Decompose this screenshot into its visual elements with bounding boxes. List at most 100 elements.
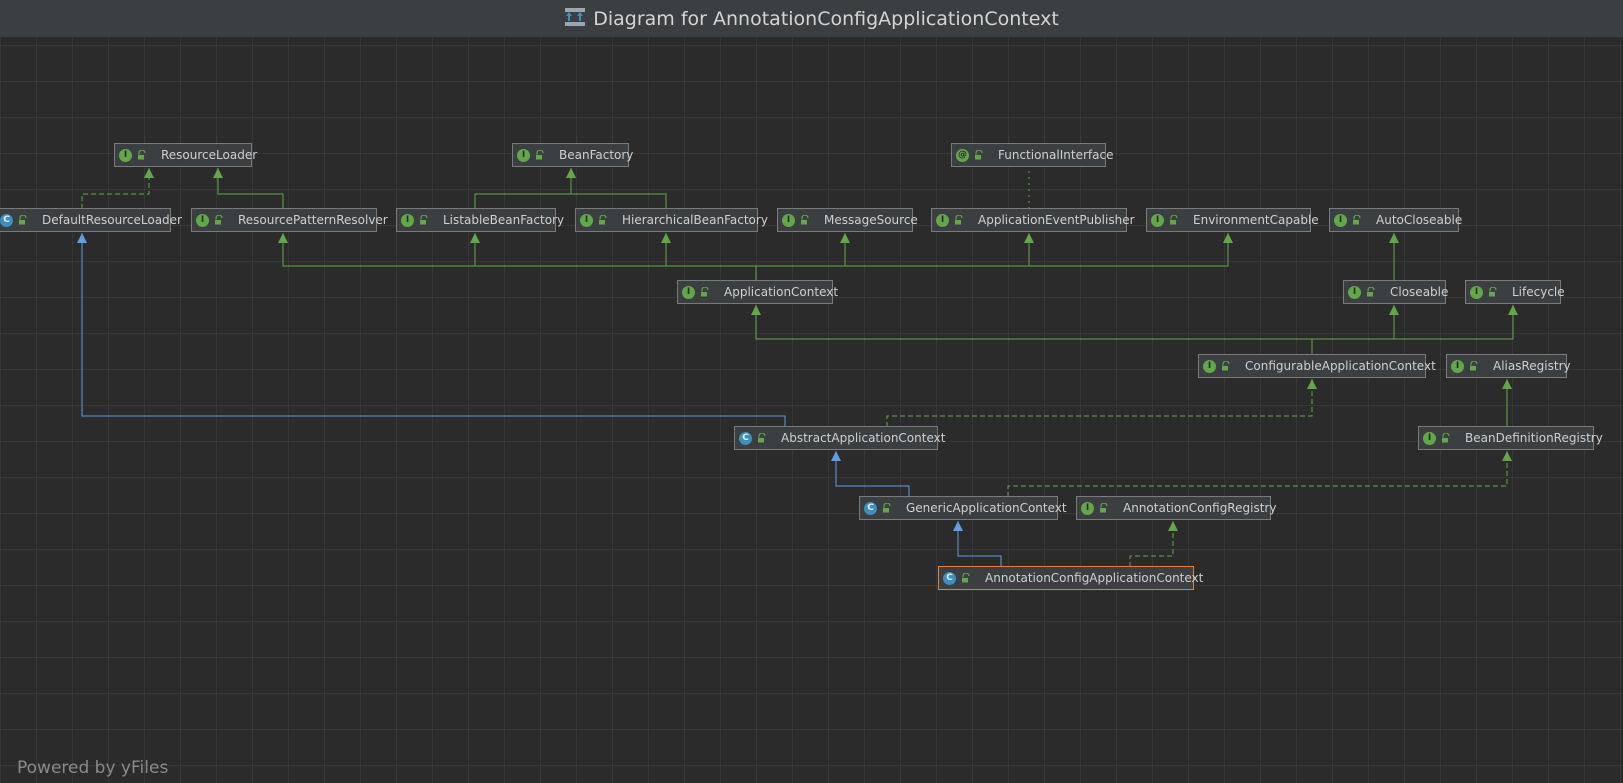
interface-type-icon: I [401, 213, 414, 227]
diagram-window: Diagram for AnnotationConfigApplicationC… [0, 0, 1623, 783]
edge-extends-interface [474, 168, 572, 209]
node-application-context[interactable]: I ApplicationContext [677, 280, 838, 304]
edge-extends-interface [755, 305, 1313, 355]
node-alias-registry[interactable]: I AliasRegistry [1446, 354, 1571, 378]
edge-extends-interface [755, 233, 1229, 281]
interface-type-icon: I [1081, 501, 1094, 515]
title-bar: Diagram for AnnotationConfigApplicationC… [0, 0, 1623, 38]
interface-type-icon: I [936, 213, 949, 227]
node-label: Lifecycle [1512, 285, 1565, 299]
edge-implements [1007, 451, 1508, 497]
node-label: MessageSource [824, 213, 918, 227]
node-annotation-config-application-context[interactable]: C AnnotationConfigApplicationContext [938, 566, 1203, 590]
window-title: Diagram for AnnotationConfigApplicationC… [593, 7, 1059, 30]
edge-extends-interface [474, 233, 757, 281]
node-configurable-application-context[interactable]: I ConfigurableApplicationContext [1198, 354, 1436, 378]
node-label: FunctionalInterface [998, 148, 1114, 162]
public-access-icon [536, 150, 544, 160]
diagram-icon [564, 7, 586, 31]
edge-extends-interface [755, 233, 1030, 281]
edge-arrowhead [470, 233, 480, 243]
interface-type-icon: I [517, 148, 530, 162]
node-functional-interface[interactable]: @ FunctionalInterface [951, 143, 1113, 167]
node-bean-definition-registry[interactable]: I BeanDefinitionRegistry [1418, 426, 1603, 450]
node-label: ApplicationContext [724, 285, 839, 299]
interface-type-icon: I [580, 213, 593, 227]
edge-arrowhead [144, 168, 154, 178]
interface-type-icon: I [1334, 213, 1347, 227]
node-resource-pattern-resolver[interactable]: I ResourcePatternResolver [191, 208, 388, 232]
node-listable-bean-factory[interactable]: I ListableBeanFactory [396, 208, 564, 232]
edge-implements [886, 379, 1313, 427]
edge-arrowhead [1223, 233, 1233, 243]
public-access-icon [955, 215, 963, 225]
node-message-source[interactable]: I MessageSource [777, 208, 918, 232]
node-abstract-application-context[interactable]: C AbstractApplicationContext [734, 426, 945, 450]
node-label: HierarchicalBeanFactory [622, 213, 768, 227]
node-label: GenericApplicationContext [906, 501, 1067, 515]
node-closeable[interactable]: I Closeable [1343, 280, 1448, 304]
edge-arrowhead [751, 305, 761, 315]
interface-type-icon: I [1348, 285, 1361, 299]
node-label: BeanDefinitionRegistry [1465, 431, 1603, 445]
node-annotation-config-registry[interactable]: I AnnotationConfigRegistry [1076, 496, 1276, 520]
interface-type-icon: I [1470, 285, 1483, 299]
node-hierarchical-bean-factory[interactable]: I HierarchicalBeanFactory [575, 208, 768, 232]
edge-arrowhead [566, 168, 576, 178]
interface-type-icon: I [1451, 359, 1464, 373]
edge-arrowhead [1024, 233, 1034, 243]
public-access-icon [1170, 215, 1178, 225]
interface-type-icon: I [1203, 359, 1216, 373]
public-access-icon [1222, 361, 1230, 371]
node-label: EnvironmentCapable [1193, 213, 1319, 227]
node-label: ApplicationEventPublisher [978, 213, 1135, 227]
public-access-icon [1442, 433, 1450, 443]
node-bean-factory[interactable]: I BeanFactory [512, 143, 633, 167]
abstract-type-icon: C [739, 431, 752, 445]
node-label: AnnotationConfigApplicationContext [985, 571, 1204, 585]
public-access-icon [1367, 287, 1375, 297]
edge-arrowhead [953, 521, 963, 531]
edge-arrowhead [1389, 305, 1399, 315]
public-access-icon [962, 573, 970, 583]
node-auto-closeable[interactable]: I AutoCloseable [1329, 208, 1463, 232]
edge-arrowhead [1502, 451, 1512, 461]
diagram-canvas[interactable]: I ResourceLoader I BeanFactory @ Functional… [0, 37, 1623, 783]
edge-arrowhead [1508, 305, 1518, 315]
public-access-icon [758, 433, 766, 443]
edge-arrowhead [213, 168, 223, 178]
interface-type-icon: I [119, 148, 132, 162]
edge-extends-class [81, 233, 786, 427]
public-access-icon [1470, 361, 1478, 371]
edge-extends-interface [1311, 305, 1395, 355]
edge-arrowhead [1168, 521, 1178, 531]
interface-type-icon: I [196, 213, 209, 227]
public-access-icon [599, 215, 607, 225]
edge-arrowhead [831, 451, 841, 461]
edge-extends-interface [217, 168, 284, 209]
node-resource-loader[interactable]: I ResourceLoader [114, 143, 257, 167]
node-application-event-publisher[interactable]: I ApplicationEventPublisher [931, 208, 1135, 232]
public-access-icon [1489, 287, 1497, 297]
public-access-icon [975, 150, 983, 160]
edge-extends-interface [570, 168, 667, 209]
node-label: ConfigurableApplicationContext [1245, 359, 1436, 373]
node-default-resource-loader[interactable]: C DefaultResourceLoader [0, 208, 182, 232]
node-environment-capable[interactable]: I EnvironmentCapable [1146, 208, 1319, 232]
edge-arrowhead [1307, 379, 1317, 389]
edge-arrowhead [278, 233, 288, 243]
public-access-icon [801, 215, 809, 225]
public-access-icon [701, 287, 709, 297]
edge-extends-class [835, 451, 910, 497]
public-access-icon [1353, 215, 1361, 225]
public-access-icon [215, 215, 223, 225]
node-label: AutoCloseable [1376, 213, 1463, 227]
public-access-icon [138, 150, 146, 160]
edge-implements [1129, 521, 1174, 567]
edge-arrowhead [661, 233, 671, 243]
node-generic-application-context[interactable]: C GenericApplicationContext [859, 496, 1067, 520]
node-lifecycle[interactable]: I Lifecycle [1465, 280, 1565, 304]
edge-arrowhead [1502, 379, 1512, 389]
public-access-icon [19, 215, 27, 225]
node-label: ResourceLoader [161, 148, 258, 162]
